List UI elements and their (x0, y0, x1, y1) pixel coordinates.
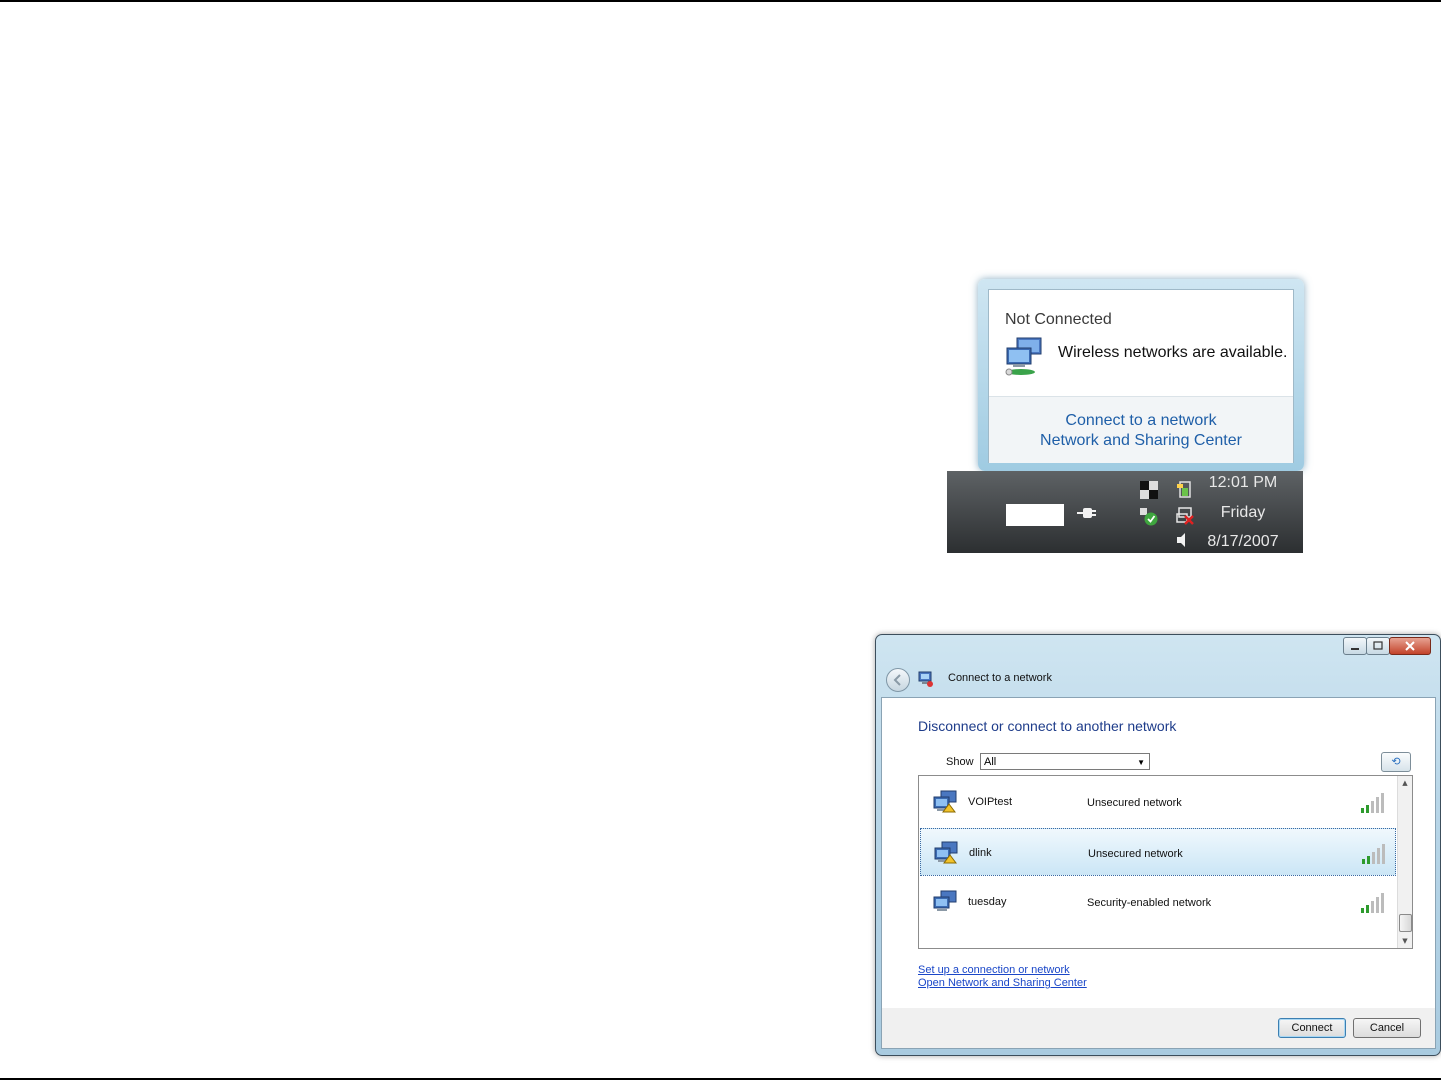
network-name: dlink (969, 847, 992, 859)
balloon-body: Not Connected Wireless networks are avai… (988, 289, 1294, 463)
balloon-title: Not Connected (1005, 311, 1112, 328)
network-sharing-center-link[interactable]: Network and Sharing Center (989, 431, 1293, 451)
maximize-icon (1373, 641, 1383, 650)
scroll-up-icon[interactable]: ▲ (1398, 776, 1412, 790)
power-plug-icon[interactable] (1077, 504, 1097, 522)
minimize-icon (1351, 648, 1359, 650)
network-balloon-notification: Not Connected Wireless networks are avai… (978, 279, 1304, 471)
network-row-selected[interactable]: dlink Unsecured network (920, 828, 1396, 876)
taskbar-tray: 12:01 PM Friday 8/17/2007 (947, 471, 1303, 553)
back-button[interactable] (886, 668, 910, 692)
network-name: tuesday (968, 896, 1007, 908)
network-list: VOIPtest Unsecured network dlink Unsecur… (918, 775, 1413, 949)
checker-icon[interactable] (1140, 481, 1158, 499)
speaker-icon[interactable] (1173, 531, 1191, 549)
network-status: Security-enabled network (1087, 897, 1212, 909)
tray-day[interactable]: Friday (1203, 504, 1283, 522)
balloon-message: Wireless networks are available. (1058, 344, 1288, 361)
dialog-footer: Connect Cancel (881, 1008, 1436, 1049)
scroll-down-icon[interactable]: ▼ (1398, 934, 1412, 948)
show-label: Show (946, 756, 974, 768)
signal-strength-icon (1361, 893, 1384, 913)
network-computers-icon (933, 790, 957, 813)
network-wizard-icon (918, 671, 933, 687)
refresh-button[interactable]: ⟲ (1381, 752, 1411, 772)
maximize-button[interactable] (1366, 637, 1390, 655)
show-filter-value: All (984, 756, 997, 768)
network-row[interactable]: VOIPtest Unsecured network (920, 778, 1396, 826)
bottom-rule (0, 1078, 1441, 1080)
signal-strength-icon (1361, 793, 1384, 813)
tray-date[interactable]: 8/17/2007 (1203, 533, 1283, 551)
setup-connection-link[interactable]: Set up a connection or network (918, 964, 1070, 976)
network-list-scrollbar[interactable]: ▲ ▼ (1397, 776, 1412, 948)
cancel-button[interactable]: Cancel (1353, 1018, 1421, 1038)
close-icon (1405, 641, 1415, 651)
dialog-title: Connect to a network (948, 672, 1052, 684)
back-arrow-icon (893, 674, 901, 686)
top-rule (0, 0, 1441, 2)
network-status: Unsecured network (1087, 797, 1182, 809)
refresh-icon: ⟲ (1391, 755, 1401, 768)
connect-to-network-dialog: Connect to a network Disconnect or conne… (875, 634, 1441, 1056)
network-name: VOIPtest (968, 796, 1013, 808)
dialog-heading: Disconnect or connect to another network (918, 718, 1177, 734)
balloon-links: Connect to a network Network and Sharing… (989, 396, 1293, 463)
network-status: Unsecured network (1088, 848, 1183, 860)
connect-to-network-link[interactable]: Connect to a network (989, 411, 1293, 431)
tray-time[interactable]: 12:01 PM (1203, 474, 1283, 492)
network-disconnected-icon[interactable] (1176, 507, 1194, 525)
security-shield-icon[interactable] (1140, 508, 1158, 526)
network-computers-icon (934, 841, 958, 864)
close-button[interactable] (1389, 637, 1431, 655)
network-computers-icon (933, 890, 957, 911)
tray-blank-area (1006, 504, 1064, 526)
network-computers-icon (1005, 337, 1042, 376)
dialog-content: Disconnect or connect to another network… (881, 697, 1436, 1009)
open-sharing-center-link[interactable]: Open Network and Sharing Center (918, 977, 1087, 989)
dropdown-arrow-icon: ▼ (1137, 758, 1145, 767)
scrollbar-thumb[interactable] (1399, 914, 1412, 932)
minimize-button[interactable] (1343, 637, 1367, 655)
battery-icon[interactable] (1176, 480, 1194, 498)
signal-strength-icon (1362, 844, 1385, 864)
connect-button[interactable]: Connect (1278, 1018, 1346, 1038)
network-row[interactable]: tuesday Security-enabled network (920, 878, 1396, 926)
show-filter-select[interactable]: All ▼ (980, 753, 1150, 770)
window-controls (1343, 637, 1431, 655)
